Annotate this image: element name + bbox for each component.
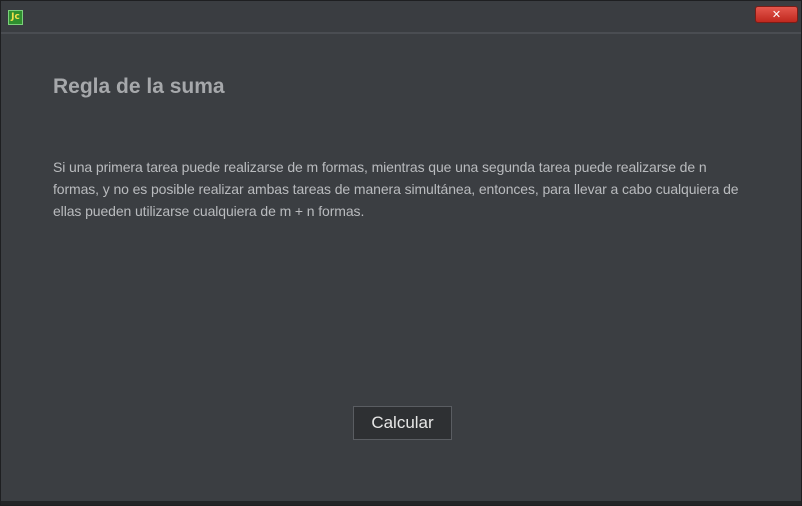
app-window: Jc ✕ Regla de la suma Si una primera tar… <box>0 0 802 506</box>
close-button[interactable]: ✕ <box>755 6 798 23</box>
rule-description: Si una primera tarea puede realizarse de… <box>53 159 739 219</box>
window-bottom-border <box>1 501 801 505</box>
close-icon: ✕ <box>771 8 782 21</box>
calculate-button[interactable]: Calcular <box>353 406 452 440</box>
content-panel: Regla de la suma Si una primera tarea pu… <box>1 36 801 501</box>
page-title: Regla de la suma <box>53 75 225 98</box>
title-bar[interactable]: Jc ✕ <box>1 1 801 34</box>
app-icon: Jc <box>8 10 23 25</box>
